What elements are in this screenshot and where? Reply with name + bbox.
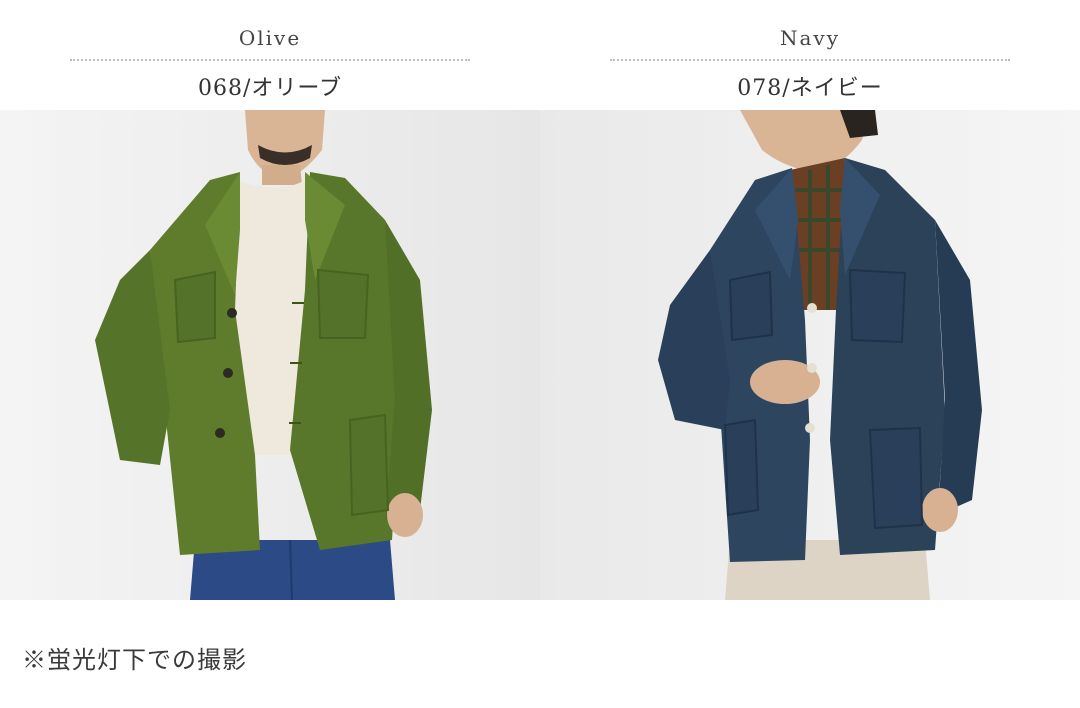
dotted-divider	[610, 59, 1010, 61]
variant-header-olive: Olive 068/オリーブ	[0, 0, 540, 110]
color-name-en: Olive	[238, 26, 302, 50]
color-code: 078/ネイビー	[737, 76, 883, 101]
color-name-en: Navy	[779, 26, 841, 50]
color-code: 068/オリーブ	[197, 76, 343, 101]
olive-jacket-model-image	[0, 110, 540, 600]
lighting-note: ※蛍光灯下での撮影	[22, 646, 247, 674]
product-photo-olive	[0, 110, 540, 600]
product-photo-navy	[540, 110, 1080, 600]
variant-header-navy: Navy 078/ネイビー	[540, 0, 1080, 110]
navy-jacket-model-image	[540, 110, 1080, 600]
dotted-divider	[70, 59, 470, 61]
